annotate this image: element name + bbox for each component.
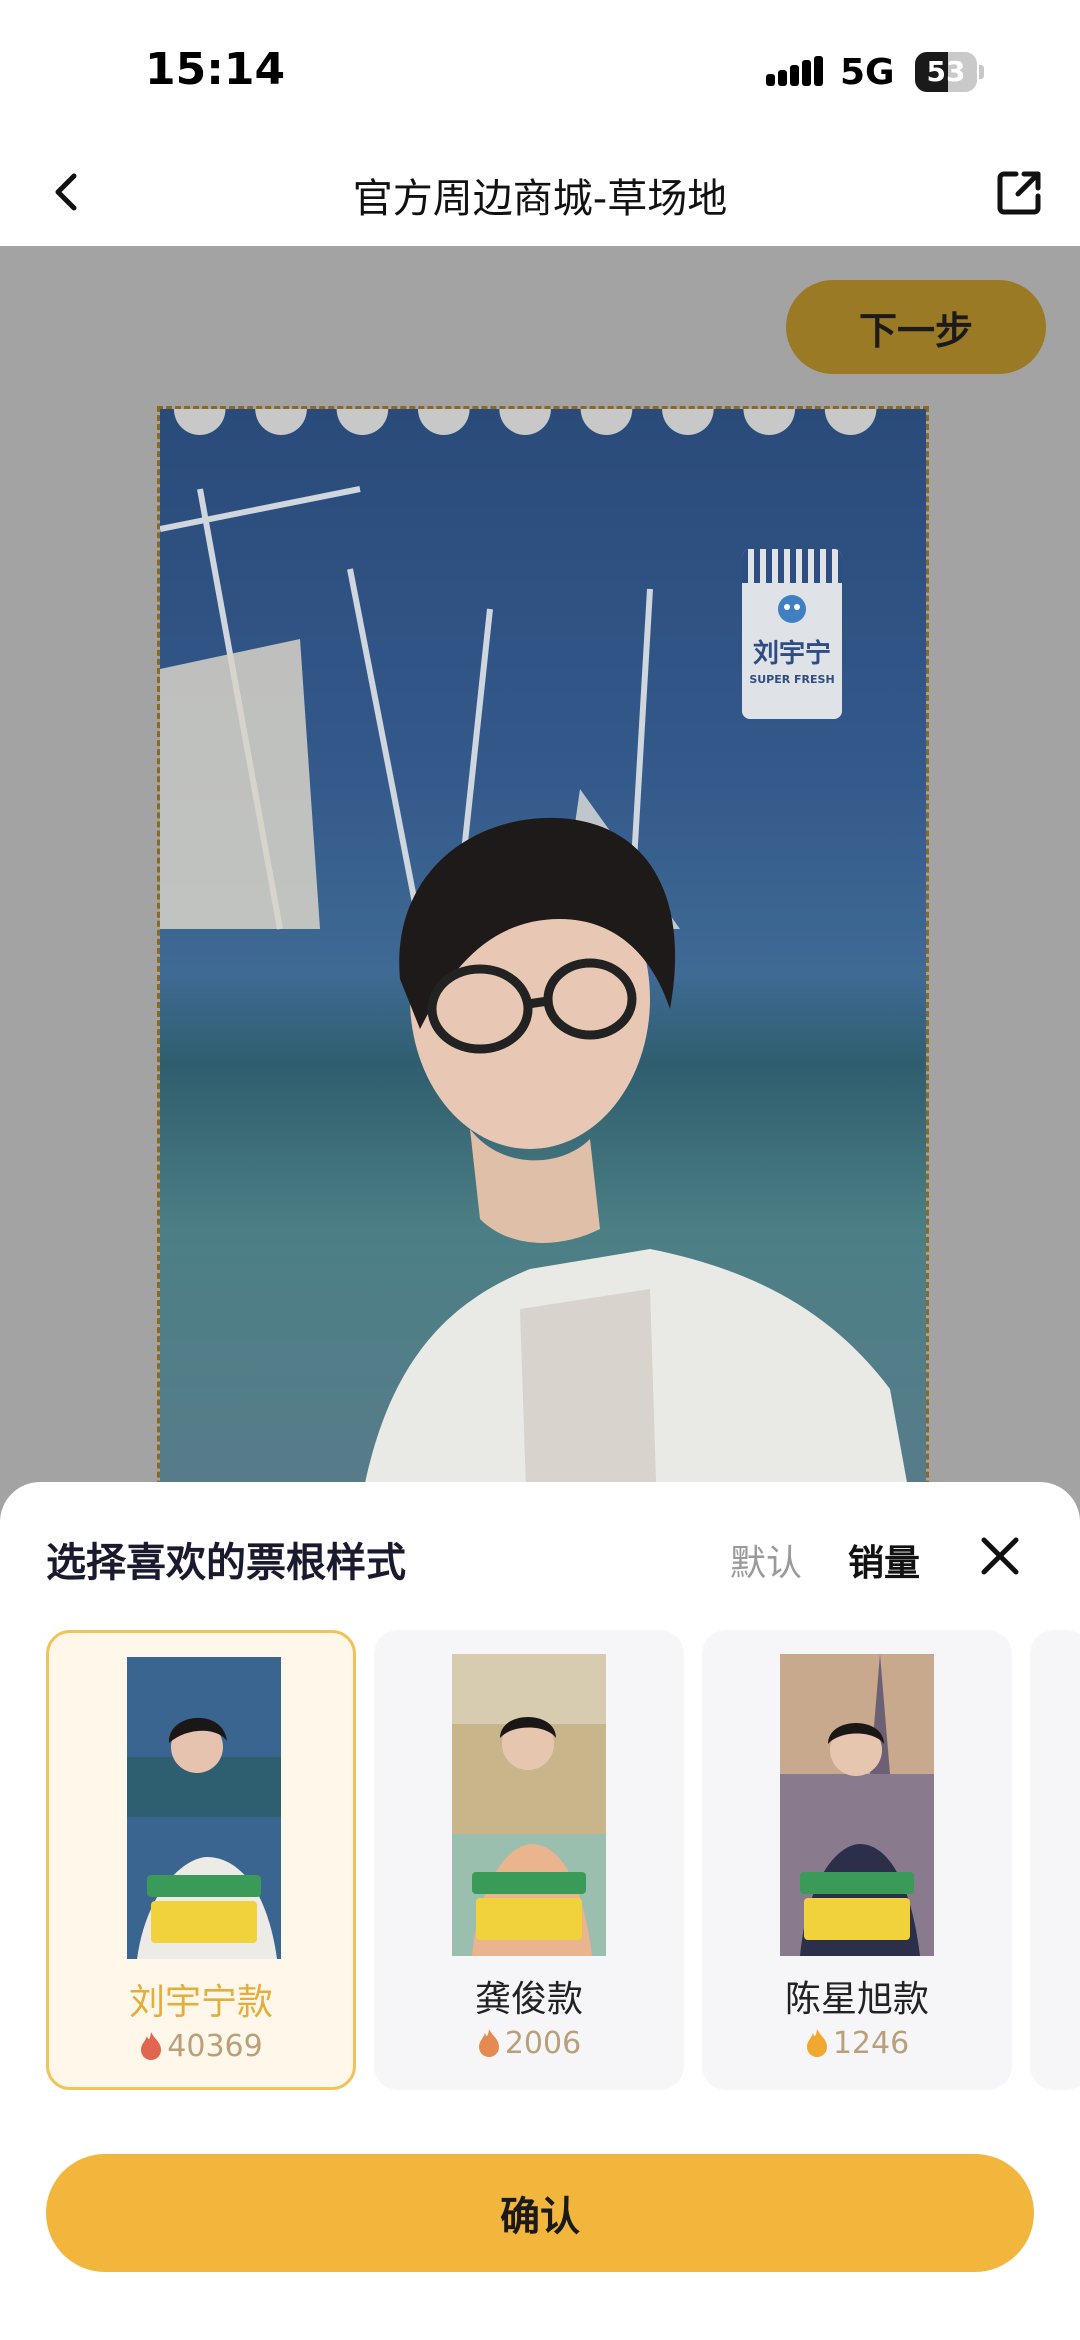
card-popularity: 1246 [702, 2026, 1012, 2061]
flame-icon [141, 2032, 162, 2060]
ticket-preview[interactable]: 刘宇宁 SUPER FRESH [157, 406, 929, 1586]
mascot-icon [778, 595, 806, 623]
next-step-button[interactable]: 下一步 [786, 280, 1046, 374]
card-popularity: 2006 [374, 2026, 684, 2061]
status-time: 15:14 [145, 44, 286, 95]
card-name: 陈星旭款 [784, 1979, 929, 2020]
battery-level: 53 [926, 55, 966, 88]
sort-sales-tab[interactable]: 销量 [848, 1534, 920, 1586]
ticket-thumbnail [780, 1654, 934, 1956]
ticket-style-sheet: 选择喜欢的票根样式 默认 销量 刘宇宁款 40369 龚俊款 2006 陈星旭款… [0, 1482, 1080, 2340]
card-count-value: 1246 [832, 2026, 910, 2061]
nav-bar: 官方周边商城-草场地 [0, 140, 1080, 246]
flame-icon [806, 2029, 827, 2057]
card-name: 龚俊款 [474, 1979, 583, 2020]
ticket-style-card[interactable]: 龚俊款 2006 [374, 1630, 684, 2090]
ticket-thumbnail [127, 1657, 281, 1959]
ticket-style-card[interactable] [1030, 1630, 1080, 2090]
card-count-value: 2006 [504, 2026, 582, 2061]
card-name: 刘宇宁款 [128, 1982, 273, 2023]
confirm-button[interactable]: 确认 [46, 2154, 1034, 2272]
sheet-title: 选择喜欢的票根样式 [46, 1540, 406, 1586]
battery-icon: 53 [915, 52, 985, 92]
sort-default-tab[interactable]: 默认 [730, 1534, 802, 1586]
name-tag: 刘宇宁 SUPER FRESH [742, 549, 842, 719]
share-external-icon[interactable] [990, 162, 1050, 222]
ticket-thumbnail [452, 1654, 606, 1956]
tag-name: 刘宇宁 [752, 639, 831, 669]
signal-icon [766, 56, 823, 86]
status-bar: 15:14 5G 53 [0, 0, 1080, 140]
ticket-style-card[interactable]: 陈星旭款 1246 [702, 1630, 1012, 2090]
close-icon[interactable] [976, 1532, 1024, 1580]
network-label: 5G [840, 52, 895, 93]
flame-icon [478, 2029, 499, 2057]
ticket-style-card[interactable]: 刘宇宁款 40369 [46, 1630, 356, 2090]
card-popularity: 40369 [49, 2029, 353, 2064]
page-title: 官方周边商城-草场地 [352, 176, 728, 222]
ticket-canvas: 下一步 刘宇宁 SUPER FRESH [0, 246, 1080, 1586]
portrait-image [351, 817, 926, 1583]
tag-subtitle: SUPER FRESH [749, 673, 835, 686]
card-count-value: 40369 [167, 2029, 263, 2064]
ticket-style-list: 刘宇宁款 40369 龚俊款 2006 陈星旭款 1246 [46, 1630, 1080, 2094]
